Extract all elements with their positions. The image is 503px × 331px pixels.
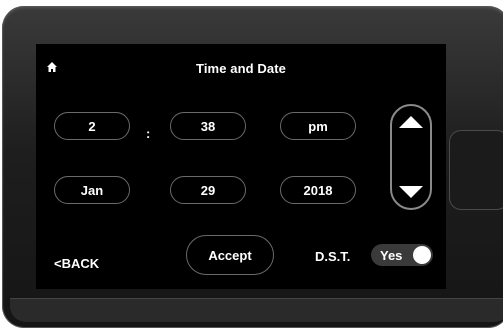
year-field[interactable]: 2018 (280, 176, 356, 204)
month-field[interactable]: Jan (54, 176, 130, 204)
arrow-down-icon[interactable] (399, 186, 423, 198)
arrow-up-icon[interactable] (399, 116, 423, 128)
dst-toggle[interactable]: Yes (371, 244, 433, 266)
hour-field[interactable]: 2 (54, 112, 130, 140)
back-button[interactable]: <BACK (54, 256, 99, 271)
toggle-knob (413, 246, 431, 264)
minute-field[interactable]: 38 (170, 112, 246, 140)
period-field[interactable]: pm (280, 112, 356, 140)
device-bottom-edge (10, 298, 503, 322)
page-title: Time and Date (196, 61, 286, 76)
device-side-button[interactable] (449, 130, 503, 210)
dst-label: D.S.T. (315, 249, 351, 264)
time-separator: : (146, 126, 151, 141)
dst-toggle-value: Yes (380, 248, 403, 263)
accept-button[interactable]: Accept (186, 235, 274, 275)
day-field[interactable]: 29 (170, 176, 246, 204)
value-stepper (390, 104, 432, 210)
touch-screen: Time and Date 2 : 38 pm Jan 29 2018 <BAC… (36, 44, 446, 289)
